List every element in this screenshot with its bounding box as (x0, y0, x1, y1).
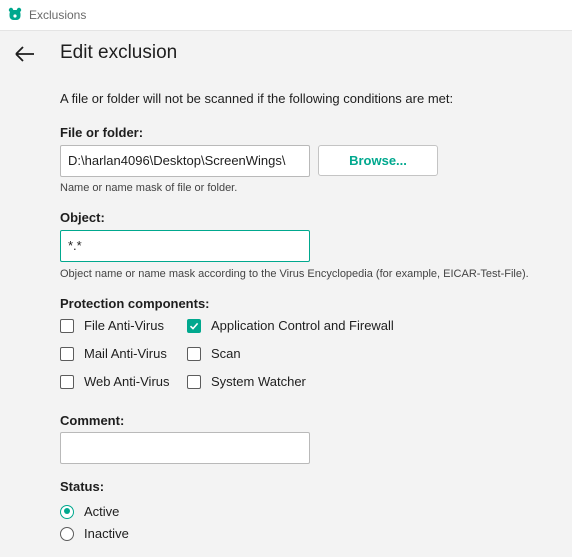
browse-button[interactable]: Browse... (318, 145, 438, 176)
checkbox-box[interactable] (60, 374, 74, 389)
file-or-folder-label: File or folder: (60, 125, 144, 140)
back-arrow-icon[interactable] (14, 45, 36, 63)
checkbox-web-anti-virus[interactable]: Web Anti-Virus (60, 374, 170, 389)
title-bar: Exclusions (0, 0, 572, 31)
protection-components-label: Protection components: (60, 296, 210, 311)
comment-input[interactable] (60, 432, 310, 464)
status-label: Status: (60, 479, 105, 494)
checkbox-label: File Anti-Virus (84, 318, 164, 333)
checkbox-label: Mail Anti-Virus (84, 346, 167, 361)
object-input[interactable]: *.* (60, 230, 310, 262)
radio-label: Inactive (84, 526, 129, 541)
checkbox-system-watcher[interactable]: System Watcher (187, 374, 306, 389)
checkbox-mail-anti-virus[interactable]: Mail Anti-Virus (60, 346, 167, 361)
checkbox-box[interactable] (187, 346, 201, 361)
checkbox-label: Web Anti-Virus (84, 374, 170, 389)
radio-button[interactable] (60, 504, 74, 519)
checkbox-application-control-and-firewall[interactable]: Application Control and Firewall (187, 318, 394, 333)
kaspersky-bear-icon (8, 7, 22, 20)
file-or-folder-hint: Name or name mask of file or folder. (60, 182, 238, 194)
checkbox-file-anti-virus[interactable]: File Anti-Virus (60, 318, 164, 333)
radio-active[interactable]: Active (60, 504, 119, 519)
checkbox-box[interactable] (60, 346, 74, 361)
radio-label: Active (84, 504, 120, 519)
checkbox-label: Scan (211, 346, 241, 361)
checkbox-box[interactable] (60, 318, 74, 333)
intro-text: A file or folder will not be scanned if … (60, 91, 454, 106)
radio-button[interactable] (60, 526, 74, 541)
object-hint: Object name or name mask according to th… (60, 268, 529, 280)
checkmark-icon (189, 322, 199, 330)
comment-label: Comment: (60, 413, 125, 428)
checkbox-scan[interactable]: Scan (187, 346, 241, 361)
window-title: Exclusions (29, 8, 87, 22)
checkbox-label: Application Control and Firewall (211, 318, 394, 333)
object-label: Object: (60, 210, 105, 225)
checkbox-box[interactable] (187, 374, 201, 389)
checkbox-label: System Watcher (211, 374, 306, 389)
file-or-folder-input[interactable]: D:\harlan4096\Desktop\ScreenWings\ (60, 145, 310, 177)
checkbox-box[interactable] (187, 318, 201, 333)
radio-inactive[interactable]: Inactive (60, 526, 129, 541)
page-title: Edit exclusion (60, 42, 178, 63)
